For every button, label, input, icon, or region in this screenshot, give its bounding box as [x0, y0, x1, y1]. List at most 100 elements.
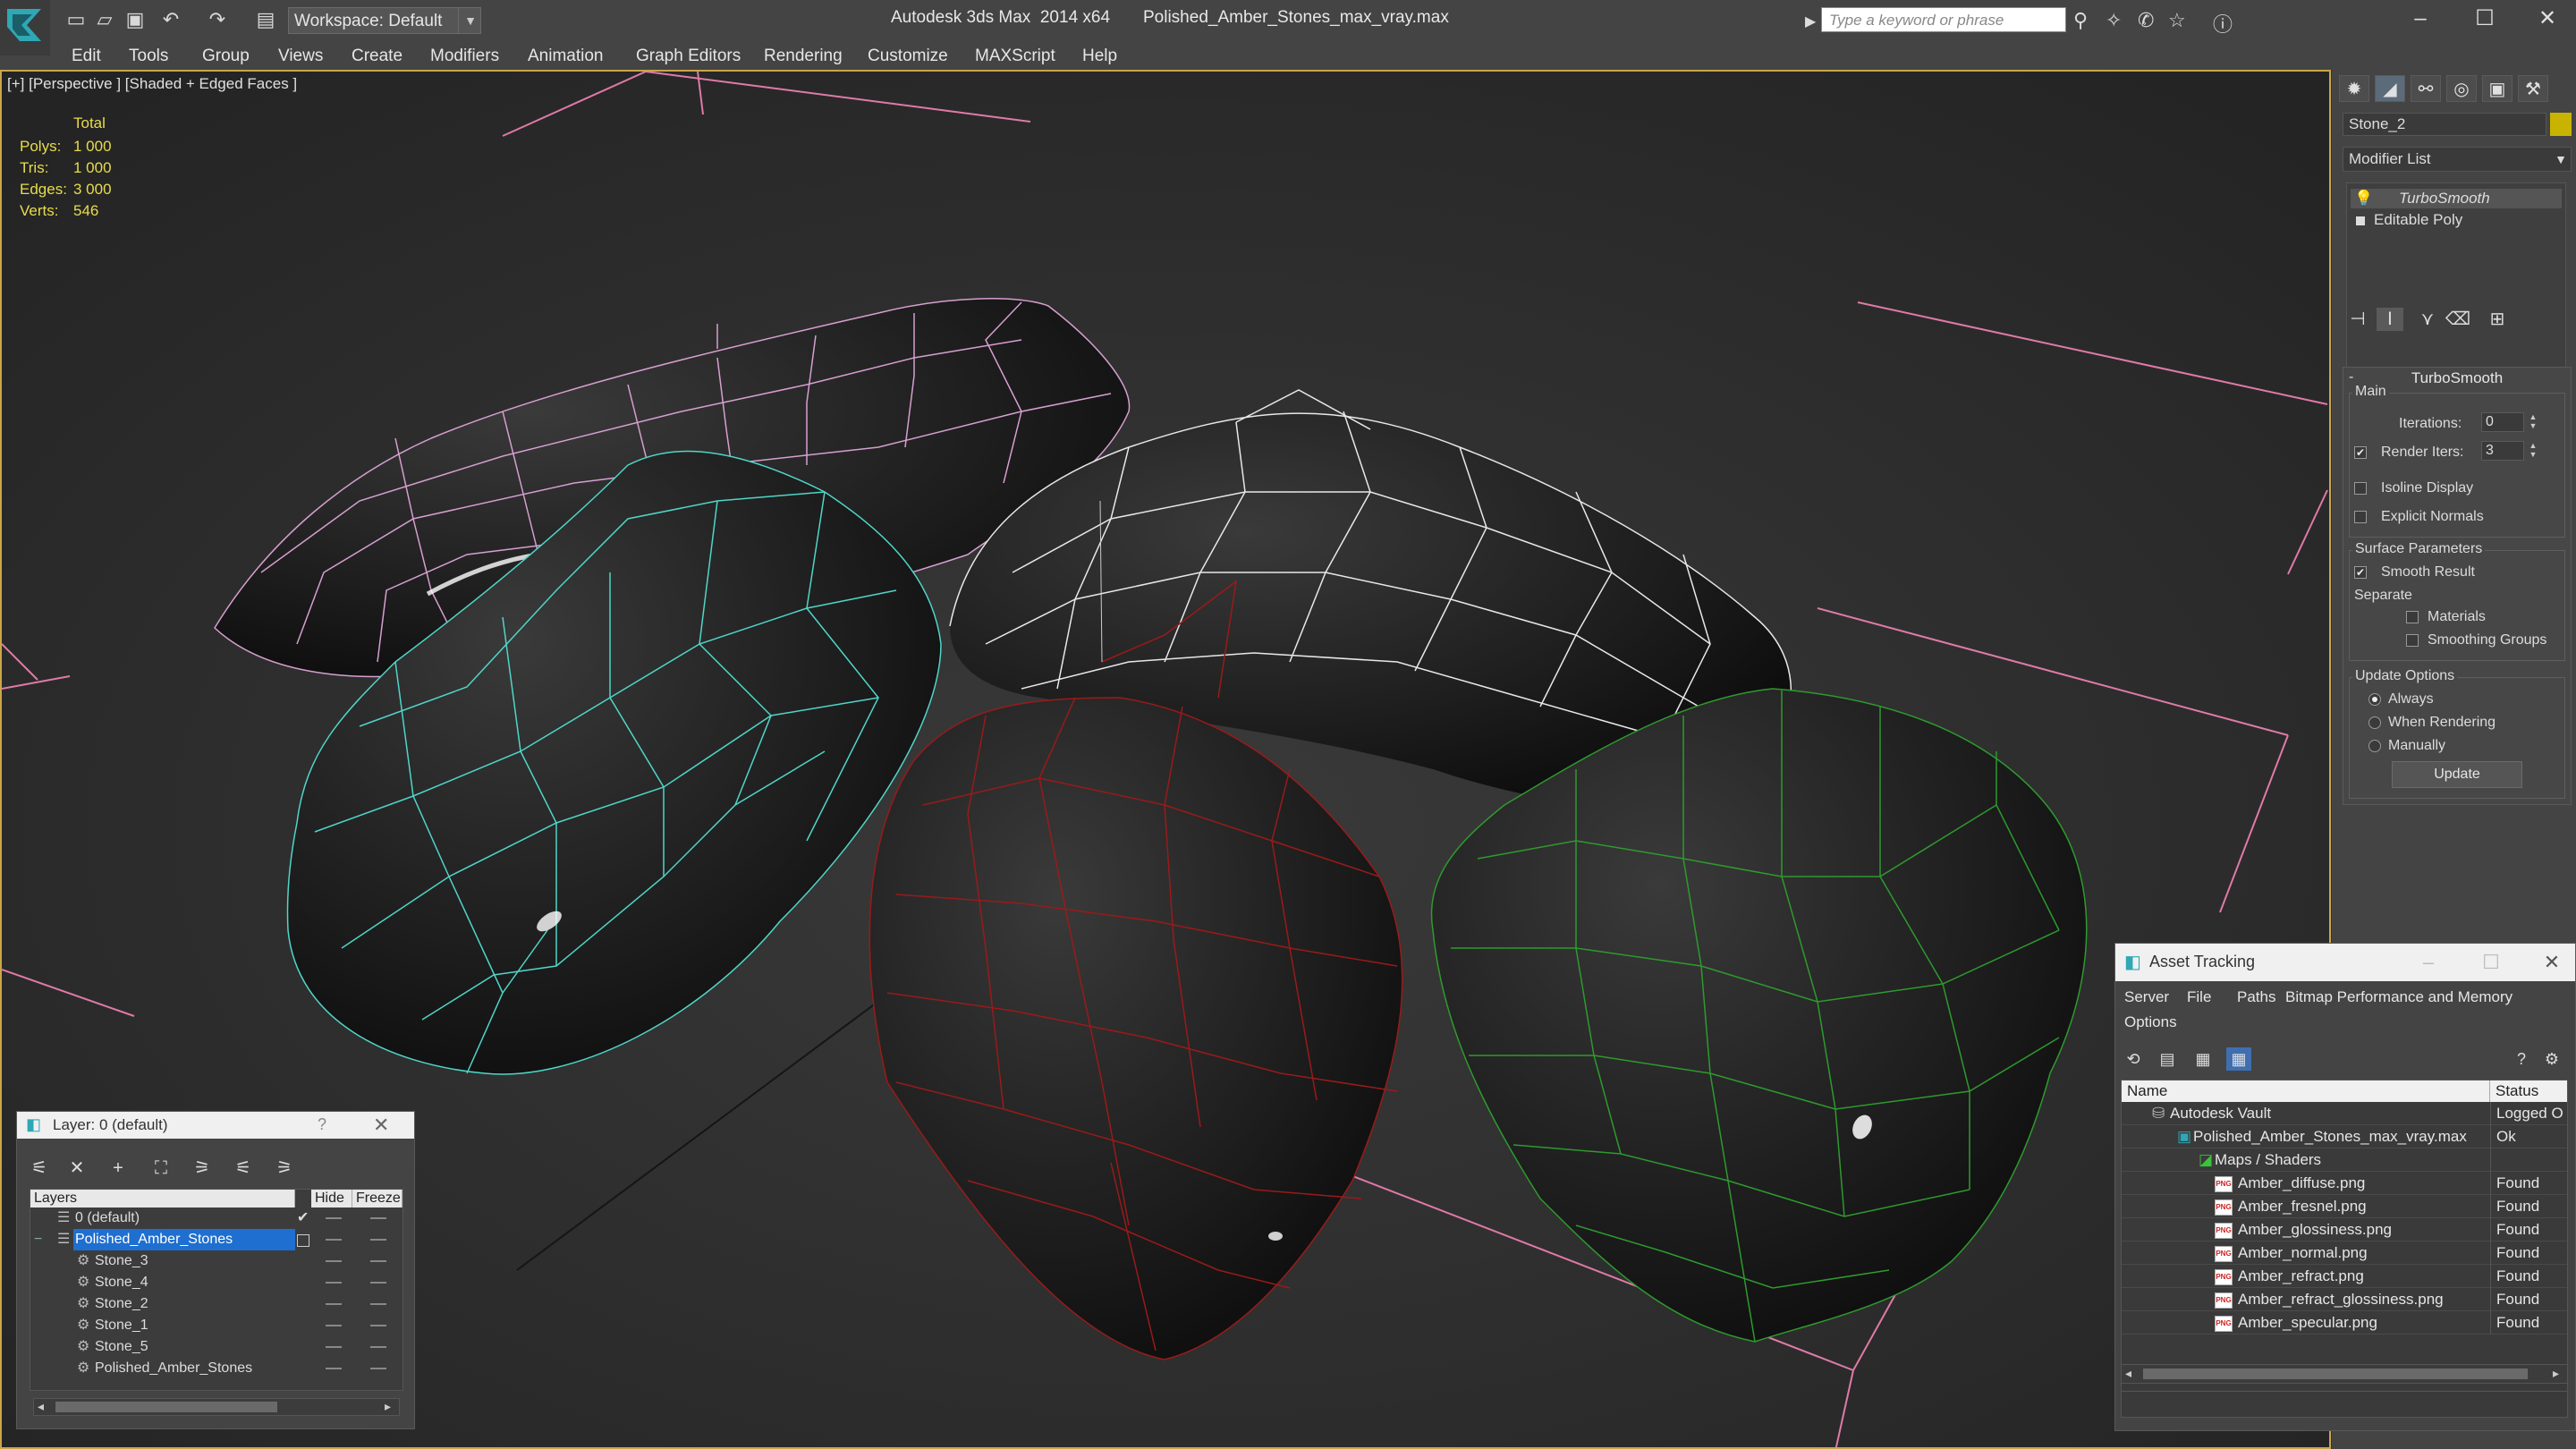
menu-paths[interactable]: Paths: [2237, 988, 2275, 1006]
horizontal-scrollbar[interactable]: ◂ ▸: [33, 1398, 400, 1416]
asset-tracking-titlebar[interactable]: ◧ Asset Tracking – ☐ ✕: [2115, 944, 2575, 981]
menu-group[interactable]: Group: [202, 47, 250, 66]
hide-toggle[interactable]: [326, 1260, 342, 1262]
layer-dialog-titlebar[interactable]: ◧ Layer: 0 (default) ? ✕: [17, 1112, 414, 1139]
close-icon[interactable]: ✕: [373, 1114, 389, 1137]
render-iters-spinner[interactable]: 3: [2481, 441, 2524, 461]
search-input[interactable]: Type a keyword or phrase: [1821, 7, 2066, 32]
select-objects-icon[interactable]: ⛶: [149, 1157, 173, 1180]
column-freeze[interactable]: Freeze: [352, 1190, 402, 1208]
layer-row[interactable]: ⚙ Stone_4: [30, 1272, 402, 1293]
chevron-right-icon[interactable]: ▸: [2553, 1366, 2559, 1381]
isoline-display-checkbox[interactable]: [2354, 482, 2367, 495]
help-icon[interactable]: ?: [2509, 1047, 2534, 1071]
hide-toggle[interactable]: [326, 1303, 342, 1305]
motion-tab-icon[interactable]: ◎: [2446, 75, 2477, 102]
freeze-toggle[interactable]: [370, 1260, 386, 1262]
asset-row[interactable]: PNG Amber_specular.png Found: [2122, 1311, 2567, 1335]
manually-radio[interactable]: [2368, 740, 2381, 752]
layer-row[interactable]: ⚙ Stone_5: [30, 1336, 402, 1358]
column-status[interactable]: Status: [2490, 1080, 2567, 1102]
utilities-tab-icon[interactable]: ⚒: [2518, 75, 2548, 102]
workspace-dropdown[interactable]: Workspace: Default: [288, 7, 481, 34]
asset-row[interactable]: PNG Amber_normal.png Found: [2122, 1241, 2567, 1265]
minimize-button[interactable]: –: [2411, 949, 2446, 976]
expand-icon[interactable]: −: [34, 1229, 42, 1250]
hide-all-icon[interactable]: ⚟: [232, 1157, 255, 1180]
undo-icon[interactable]: ↶: [161, 10, 181, 30]
update-button[interactable]: Update: [2392, 761, 2522, 788]
menu-maxscript[interactable]: MAXScript: [975, 47, 1055, 66]
make-unique-icon[interactable]: ⋎: [2414, 308, 2441, 331]
horizontal-scrollbar[interactable]: ◂ ▸: [2121, 1364, 2568, 1384]
stack-item-turbosmooth[interactable]: 💡 TurboSmooth: [2351, 189, 2562, 208]
hierarchy-tab-icon[interactable]: ⚯: [2411, 75, 2441, 102]
binoculars-icon[interactable]: ⚲: [2073, 9, 2088, 32]
chevron-down-icon[interactable]: ▼: [458, 7, 482, 34]
menu-graph-editors[interactable]: Graph Editors: [636, 47, 741, 66]
create-layer-icon[interactable]: ⚟: [28, 1157, 51, 1180]
minimize-button[interactable]: –: [2394, 5, 2447, 32]
favorites-star-icon[interactable]: ☆: [2168, 9, 2186, 32]
freeze-toggle[interactable]: [370, 1303, 386, 1305]
spinner-arrows-icon[interactable]: ▲ ▼: [2528, 441, 2538, 461]
settings-icon[interactable]: ⚙: [2539, 1047, 2564, 1071]
expand-box-icon[interactable]: [2356, 216, 2365, 225]
freeze-toggle[interactable]: [370, 1217, 386, 1219]
table-view-icon[interactable]: ▦: [2226, 1047, 2251, 1071]
explicit-normals-checkbox[interactable]: [2354, 511, 2367, 523]
layer-row[interactable]: ⚙ Stone_2: [30, 1293, 402, 1315]
configure-sets-icon[interactable]: ⊞: [2484, 308, 2511, 331]
chevron-left-icon[interactable]: ◂: [2125, 1366, 2131, 1381]
chevron-down-icon[interactable]: ▼: [2550, 147, 2572, 172]
refresh-icon[interactable]: ⟲: [2121, 1047, 2146, 1071]
scroll-thumb[interactable]: [2143, 1368, 2528, 1379]
current-layer-box-icon[interactable]: [297, 1234, 309, 1247]
freeze-toggle[interactable]: [370, 1282, 386, 1284]
help-icon[interactable]: ⓘ: [2213, 9, 2233, 38]
new-file-icon[interactable]: ▭: [66, 10, 86, 30]
create-tab-sun-icon[interactable]: ✹: [2339, 75, 2369, 102]
menu-file[interactable]: File: [2187, 988, 2211, 1006]
freeze-toggle[interactable]: [370, 1368, 386, 1369]
modifier-list-dropdown[interactable]: Modifier List: [2343, 147, 2572, 172]
highlight-layer-icon[interactable]: ⚞: [191, 1157, 214, 1180]
hide-toggle[interactable]: [326, 1217, 342, 1219]
menu-views[interactable]: Views: [278, 47, 323, 66]
object-color-swatch[interactable]: [2550, 113, 2572, 136]
lightbulb-icon[interactable]: 💡: [2354, 189, 2373, 208]
asset-row[interactable]: PNG Amber_fresnel.png Found: [2122, 1195, 2567, 1218]
spinner-arrows-icon[interactable]: ▲ ▼: [2528, 412, 2538, 432]
hide-toggle[interactable]: [326, 1346, 342, 1348]
asset-row[interactable]: ▣ Polished_Amber_Stones_max_vray.max Ok: [2122, 1125, 2567, 1148]
freeze-toggle[interactable]: [370, 1239, 386, 1241]
iterations-spinner[interactable]: 0: [2481, 412, 2524, 432]
hide-toggle[interactable]: [326, 1239, 342, 1241]
asset-path-field[interactable]: [2121, 1391, 2568, 1418]
hide-toggle[interactable]: [326, 1325, 342, 1326]
asset-row[interactable]: ⛁ Autodesk Vault Logged O: [2122, 1102, 2567, 1125]
delete-layer-icon[interactable]: ✕: [65, 1157, 89, 1180]
object-name-field[interactable]: Stone_2: [2343, 113, 2546, 136]
freeze-toggle[interactable]: [370, 1346, 386, 1348]
menu-rendering[interactable]: Rendering: [764, 47, 843, 66]
open-file-icon[interactable]: ▱: [95, 10, 114, 30]
smooth-result-checkbox[interactable]: ✔: [2354, 566, 2367, 579]
materials-checkbox[interactable]: [2406, 611, 2419, 623]
remove-modifier-icon[interactable]: ⌫: [2445, 308, 2471, 331]
scroll-thumb[interactable]: [55, 1402, 277, 1412]
menu-customize[interactable]: Customize: [868, 47, 948, 66]
close-button[interactable]: ✕: [2521, 5, 2574, 32]
close-button[interactable]: ✕: [2534, 949, 2570, 976]
maximize-button[interactable]: ☐: [2458, 5, 2512, 32]
layer-row-selected[interactable]: − ☰ Polished_Amber_Stones: [30, 1229, 402, 1250]
menu-server[interactable]: Server: [2124, 988, 2169, 1006]
chevron-right-icon[interactable]: ▸: [385, 1399, 391, 1414]
asset-row[interactable]: PNG Amber_diffuse.png Found: [2122, 1172, 2567, 1195]
always-radio[interactable]: [2368, 693, 2381, 706]
menu-tools[interactable]: Tools: [129, 47, 168, 66]
column-name[interactable]: Name: [2122, 1080, 2490, 1102]
hide-toggle[interactable]: [326, 1368, 342, 1369]
menu-bitmap-performance[interactable]: Bitmap Performance and Memory: [2285, 988, 2512, 1006]
redo-icon[interactable]: ↷: [208, 10, 227, 30]
